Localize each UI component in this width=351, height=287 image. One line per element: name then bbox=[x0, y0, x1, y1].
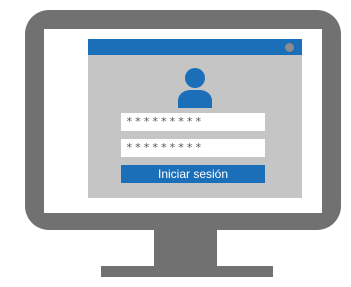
monitor-stand-neck bbox=[154, 230, 217, 266]
username-field[interactable]: ********* bbox=[121, 113, 265, 131]
window-titlebar bbox=[88, 39, 302, 55]
password-field[interactable]: ********* bbox=[121, 139, 265, 157]
login-button[interactable]: Iniciar sesión bbox=[121, 165, 265, 183]
monitor-stand-base bbox=[101, 266, 273, 277]
user-avatar-icon bbox=[176, 68, 214, 108]
window-dot-icon[interactable] bbox=[285, 43, 294, 52]
login-window: ********* ********* Iniciar sesión bbox=[88, 39, 302, 198]
